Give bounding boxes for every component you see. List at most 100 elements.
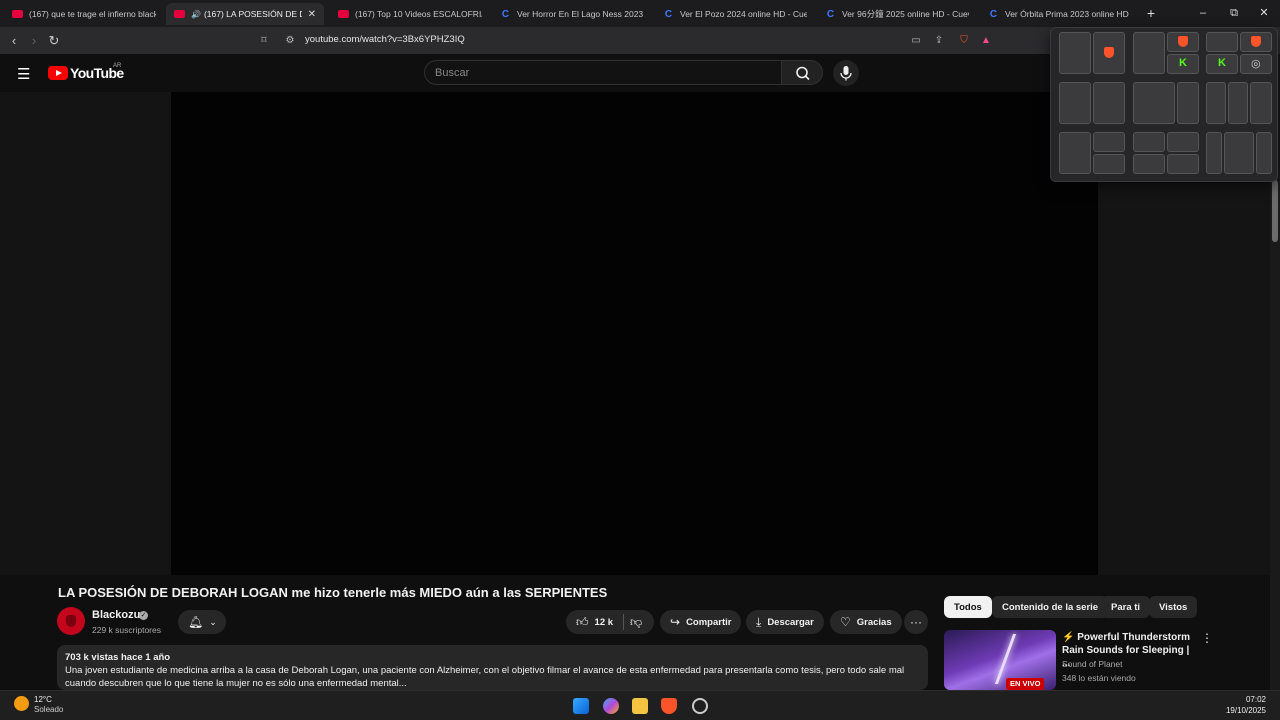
channel-avatar[interactable] bbox=[57, 607, 85, 635]
cuevana-icon: C bbox=[989, 8, 998, 20]
video-frame[interactable] bbox=[171, 92, 1098, 575]
like-icon[interactable]: 👍︎ bbox=[576, 615, 589, 630]
view-count-date: 703 k vistas hace 1 año bbox=[65, 652, 171, 663]
snap-zone[interactable] bbox=[1167, 132, 1199, 152]
snap-zone[interactable] bbox=[1240, 32, 1272, 52]
snap-zone[interactable]: ◎ bbox=[1240, 54, 1272, 74]
chip-series[interactable]: Contenido de la serie bbox=[992, 596, 1109, 618]
share-label: Compartir bbox=[686, 616, 732, 628]
browser-tab[interactable]: C Ver 96分鐘 2025 online HD - Cuevana bbox=[817, 3, 977, 25]
snap-layouts-flyout: K K ◎ bbox=[1050, 27, 1278, 182]
like-count[interactable]: 12 k bbox=[595, 617, 614, 628]
lightning-graphic bbox=[994, 634, 1017, 684]
snap-zone[interactable] bbox=[1059, 132, 1091, 174]
windows-start-icon[interactable] bbox=[573, 698, 589, 714]
cuevana-icon: C bbox=[501, 8, 510, 20]
forward-icon[interactable]: › bbox=[25, 32, 43, 50]
chrome-icon: ◎ bbox=[1251, 58, 1261, 70]
close-tab-icon[interactable]: ✕ bbox=[308, 9, 316, 20]
snap-zone[interactable]: K bbox=[1167, 54, 1199, 74]
snap-zone[interactable] bbox=[1093, 132, 1125, 152]
clock-date[interactable]: 19/10/2025 bbox=[1222, 706, 1266, 715]
browser-tab[interactable]: C Ver Órbita Prima 2023 online HD - Cuev… bbox=[980, 3, 1138, 25]
browser-tab-active[interactable]: 🔊 (167) LA POSESIÓN DE DEBORAH LOGAN ✕ bbox=[166, 3, 324, 25]
channel-name[interactable]: Blackozu bbox=[92, 609, 140, 621]
file-explorer-icon[interactable] bbox=[632, 698, 648, 714]
snap-zone[interactable] bbox=[1250, 82, 1272, 124]
share-button[interactable]: ↪ Compartir bbox=[660, 610, 742, 634]
snap-zone[interactable] bbox=[1206, 32, 1238, 52]
browser-tab[interactable]: C Ver El Pozo 2024 online HD - Cuevana bbox=[655, 3, 815, 25]
download-button[interactable]: ⤓ Descargar bbox=[746, 610, 824, 634]
new-tab-button[interactable]: + bbox=[1140, 4, 1162, 22]
subscriber-count: 229 k suscriptores bbox=[92, 625, 161, 635]
recommendation-channel[interactable]: Sound of Planet bbox=[1062, 659, 1123, 669]
search-icon bbox=[796, 66, 810, 81]
minimize-button[interactable]: – bbox=[1192, 4, 1214, 22]
snap-zone[interactable]: K bbox=[1206, 54, 1238, 74]
search-input[interactable]: Buscar bbox=[424, 60, 782, 85]
snap-zone[interactable] bbox=[1133, 154, 1165, 174]
reload-icon[interactable]: ↻ bbox=[45, 32, 63, 50]
weather-condition[interactable]: Soleado bbox=[34, 705, 63, 714]
scrollbar-thumb[interactable] bbox=[1272, 180, 1278, 242]
dislike-icon[interactable]: 👎︎ bbox=[630, 615, 642, 630]
back-icon[interactable]: ‹ bbox=[5, 32, 23, 50]
snap-zone[interactable] bbox=[1093, 32, 1125, 74]
restore-button[interactable]: ⧉ bbox=[1223, 4, 1245, 22]
snap-zone[interactable] bbox=[1133, 82, 1175, 124]
snap-zone[interactable] bbox=[1133, 32, 1165, 74]
chip-all[interactable]: Todos bbox=[944, 596, 992, 618]
chip-watched[interactable]: Vistos bbox=[1149, 596, 1198, 618]
thanks-button[interactable]: ♡ Gracias bbox=[830, 610, 902, 634]
brave-icon bbox=[1178, 36, 1188, 47]
bookmark-icon[interactable]: ⌑ bbox=[256, 33, 272, 49]
snap-zone[interactable] bbox=[1059, 82, 1091, 124]
site-settings-icon[interactable]: ⚙ bbox=[282, 33, 298, 49]
share-icon[interactable]: ⇪ bbox=[931, 33, 947, 49]
clock-time[interactable]: 07:02 bbox=[1222, 695, 1266, 704]
app-icon[interactable] bbox=[692, 698, 708, 714]
weather-sun-icon[interactable] bbox=[14, 696, 29, 711]
youtube-icon bbox=[338, 10, 349, 18]
snap-zone[interactable] bbox=[1093, 82, 1125, 124]
voice-search-button[interactable] bbox=[833, 60, 859, 86]
snap-zone[interactable] bbox=[1224, 132, 1254, 174]
notifications-button[interactable]: 🔔︎ ⌄ bbox=[178, 610, 226, 634]
weather-temperature[interactable]: 12°C bbox=[34, 695, 52, 704]
download-icon: ⤓ bbox=[756, 614, 762, 629]
kick-icon: K bbox=[1218, 57, 1226, 69]
brave-shields-icon[interactable]: ⛉ bbox=[956, 33, 972, 49]
windows-taskbar: 12°C Soleado 07:02 19/10/2025 bbox=[0, 690, 1280, 720]
snap-zone[interactable] bbox=[1167, 154, 1199, 174]
snap-zone[interactable] bbox=[1133, 132, 1165, 152]
chip-for-you[interactable]: Para ti bbox=[1101, 596, 1151, 618]
more-horizontal-icon: ··· bbox=[910, 615, 922, 629]
browser-tab[interactable]: C Ver Horror En El Lago Ness 2023 online bbox=[492, 3, 652, 25]
copilot-icon[interactable] bbox=[603, 698, 619, 714]
browser-tab[interactable]: (167) Top 10 Videos ESCALOFRIANTES bbox=[330, 3, 490, 25]
snap-zone[interactable] bbox=[1093, 154, 1125, 174]
snap-zone[interactable] bbox=[1228, 82, 1248, 124]
more-actions-button[interactable]: ··· bbox=[904, 610, 928, 634]
snap-zone[interactable] bbox=[1059, 32, 1091, 74]
snap-zone[interactable] bbox=[1206, 132, 1222, 174]
cuevana-icon: C bbox=[664, 8, 673, 20]
like-dislike-group: 👍︎ 12 k 👎︎ bbox=[566, 610, 654, 634]
youtube-logo-icon[interactable] bbox=[48, 66, 68, 80]
cast-icon[interactable]: ▭ bbox=[908, 33, 924, 49]
browser-tab[interactable]: (167) que te trage el infierno blackozu bbox=[4, 3, 164, 25]
snap-zone[interactable] bbox=[1177, 82, 1199, 124]
search-button[interactable] bbox=[781, 60, 823, 85]
snap-zone[interactable] bbox=[1256, 132, 1272, 174]
address-bar[interactable]: youtube.com/watch?v=3Bx6YPHZ3IQ bbox=[305, 34, 465, 45]
snap-zone[interactable] bbox=[1206, 82, 1226, 124]
snap-zone[interactable] bbox=[1167, 32, 1199, 52]
description-box[interactable]: 703 k vistas hace 1 año Una joven estudi… bbox=[57, 645, 928, 690]
brave-browser-icon[interactable] bbox=[661, 698, 677, 714]
close-window-button[interactable]: ✕ bbox=[1253, 4, 1275, 22]
brave-rewards-icon[interactable]: ▲ bbox=[978, 33, 994, 49]
more-vertical-icon[interactable]: ⋮ bbox=[1200, 631, 1214, 645]
brave-icon bbox=[1251, 36, 1261, 47]
menu-icon[interactable]: ☰ bbox=[17, 65, 30, 83]
